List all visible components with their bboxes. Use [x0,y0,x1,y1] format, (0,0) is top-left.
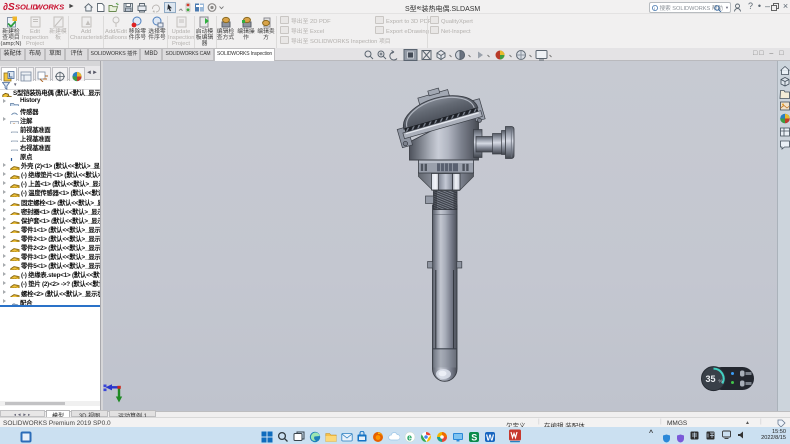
svg-text:35: 35 [706,374,716,384]
svg-text:e: e [407,432,412,442]
svg-text:i: i [654,6,655,11]
svg-text:%: % [719,379,723,384]
svg-text:S: S [471,432,477,442]
svg-text:W: W [486,432,495,442]
svg-text:∂S: ∂S [3,2,15,12]
svg-text:WORKS: WORKS [36,3,65,12]
svg-text:▲: ▲ [84,18,92,27]
